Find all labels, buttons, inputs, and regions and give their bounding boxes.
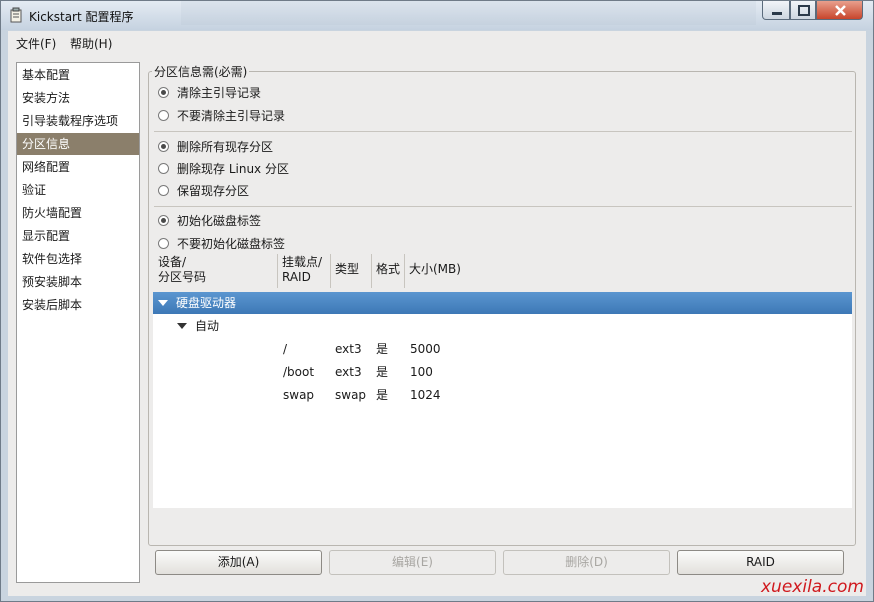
cell-type[interactable]: swap — [335, 386, 366, 404]
client-area: 文件(F) 帮助(H) 基本配置 安装方法 引导装载程序选项 分区信息 网络配置… — [8, 31, 866, 596]
cell-type[interactable]: ext3 — [335, 363, 362, 381]
partition-panel: 分区信息需(必需) 清除主引导记录 不要清除主引导记录 删除所有现存分区 删除现… — [148, 62, 860, 592]
sidebar-item-post-script[interactable]: 安装后脚本 — [17, 294, 139, 316]
cell-size[interactable]: 100 — [410, 363, 433, 381]
sidebar-item-firewall[interactable]: 防火墙配置 — [17, 202, 139, 224]
radio-label: 初始化磁盘标签 — [177, 214, 262, 228]
radio-indicator — [158, 163, 169, 174]
radio-label: 不要清除主引导记录 — [177, 109, 286, 123]
radio-indicator — [158, 215, 169, 226]
cell-mount[interactable]: / — [283, 340, 287, 358]
cell-mount[interactable]: swap — [283, 386, 314, 404]
delete-button[interactable]: 删除(D) — [503, 550, 670, 575]
column-divider — [371, 254, 372, 288]
col-header-size[interactable]: 大小(MB) — [409, 262, 461, 277]
sidebar-item-bootloader[interactable]: 引导装载程序选项 — [17, 110, 139, 132]
cell-mount[interactable]: /boot — [283, 363, 314, 381]
menu-file[interactable]: 文件(F) — [16, 35, 56, 52]
radio-remove-linux[interactable]: 删除现存 Linux 分区 — [158, 160, 289, 178]
sidebar-item-display[interactable]: 显示配置 — [17, 225, 139, 247]
title-bar[interactable]: Kickstart 配置程序 — [1, 1, 873, 30]
cell-size[interactable]: 1024 — [410, 386, 441, 404]
edit-button[interactable]: 编辑(E) — [329, 550, 496, 575]
menu-help[interactable]: 帮助(H) — [70, 35, 112, 52]
sidebar-item-pre-script[interactable]: 预安装脚本 — [17, 271, 139, 293]
col-header-device[interactable]: 设备/ 分区号码 — [158, 255, 206, 285]
cell-type[interactable]: ext3 — [335, 340, 362, 358]
radio-clear-mbr[interactable]: 清除主引导记录 — [158, 84, 261, 102]
close-button[interactable] — [816, 1, 863, 20]
tree-row-hard-drives[interactable] — [153, 292, 852, 314]
sidebar-item-basic[interactable]: 基本配置 — [17, 64, 139, 86]
app-window: Kickstart 配置程序 文件(F) 帮助(H) 基本配置 安装方法 引导装… — [0, 0, 874, 602]
cell-size[interactable]: 5000 — [410, 340, 441, 358]
window-title: Kickstart 配置程序 — [29, 10, 134, 24]
minimize-icon — [772, 12, 782, 15]
radio-preserve[interactable]: 保留现存分区 — [158, 182, 249, 200]
sidebar-item-auth[interactable]: 验证 — [17, 179, 139, 201]
background-toolbar-blur — [181, 1, 756, 25]
menu-bar: 文件(F) 帮助(H) — [8, 31, 866, 53]
col-header-format[interactable]: 格式 — [376, 262, 400, 277]
col-header-mount[interactable]: 挂载点/ RAID — [282, 255, 322, 285]
cell-format[interactable]: 是 — [376, 386, 388, 404]
frame-title: 分区信息需(必需) — [152, 63, 250, 80]
radio-label: 不要初始化磁盘标签 — [177, 237, 286, 251]
radio-indicator — [158, 185, 169, 196]
expander-down-icon[interactable] — [177, 323, 187, 329]
expander-down-icon[interactable] — [158, 300, 168, 306]
watermark: xuexila.com — [761, 577, 864, 597]
add-button[interactable]: 添加(A) — [155, 550, 322, 575]
column-divider — [277, 254, 278, 288]
radio-indicator — [158, 110, 169, 121]
column-divider — [330, 254, 331, 288]
tree-label-auto[interactable]: 自动 — [195, 317, 219, 335]
close-icon — [835, 5, 846, 16]
table-header — [153, 252, 852, 292]
maximize-icon — [798, 5, 810, 16]
kickstart-app-icon — [10, 7, 22, 23]
radio-label: 删除现存 Linux 分区 — [177, 162, 289, 176]
raid-button[interactable]: RAID — [677, 550, 844, 575]
maximize-button[interactable] — [790, 1, 816, 20]
cell-format[interactable]: 是 — [376, 363, 388, 381]
sidebar-item-network[interactable]: 网络配置 — [17, 156, 139, 178]
tree-label-hard-drives: 硬盘驱动器 — [176, 296, 237, 310]
radio-label: 保留现存分区 — [177, 184, 250, 198]
radio-indicator — [158, 141, 169, 152]
radio-label: 清除主引导记录 — [177, 86, 262, 100]
minimize-button[interactable] — [762, 1, 790, 20]
separator — [154, 131, 852, 132]
partition-table[interactable]: 设备/ 分区号码 挂载点/ RAID 类型 格式 大小(MB) 硬盘驱动器 自动… — [153, 252, 852, 508]
radio-indicator — [158, 87, 169, 98]
radio-remove-all[interactable]: 删除所有现存分区 — [158, 138, 273, 156]
cell-format[interactable]: 是 — [376, 340, 388, 358]
radio-no-init-label[interactable]: 不要初始化磁盘标签 — [158, 235, 285, 253]
sidebar-item-packages[interactable]: 软件包选择 — [17, 248, 139, 270]
col-header-type[interactable]: 类型 — [335, 262, 359, 277]
radio-label: 删除所有现存分区 — [177, 140, 274, 154]
radio-keep-mbr[interactable]: 不要清除主引导记录 — [158, 107, 285, 125]
separator — [154, 206, 852, 207]
sidebar-item-partition[interactable]: 分区信息 — [17, 133, 139, 155]
radio-init-label[interactable]: 初始化磁盘标签 — [158, 212, 261, 230]
column-divider — [404, 254, 405, 288]
sidebar-item-install-method[interactable]: 安装方法 — [17, 87, 139, 109]
radio-indicator — [158, 238, 169, 249]
category-list: 基本配置 安装方法 引导装载程序选项 分区信息 网络配置 验证 防火墙配置 显示… — [16, 62, 140, 583]
